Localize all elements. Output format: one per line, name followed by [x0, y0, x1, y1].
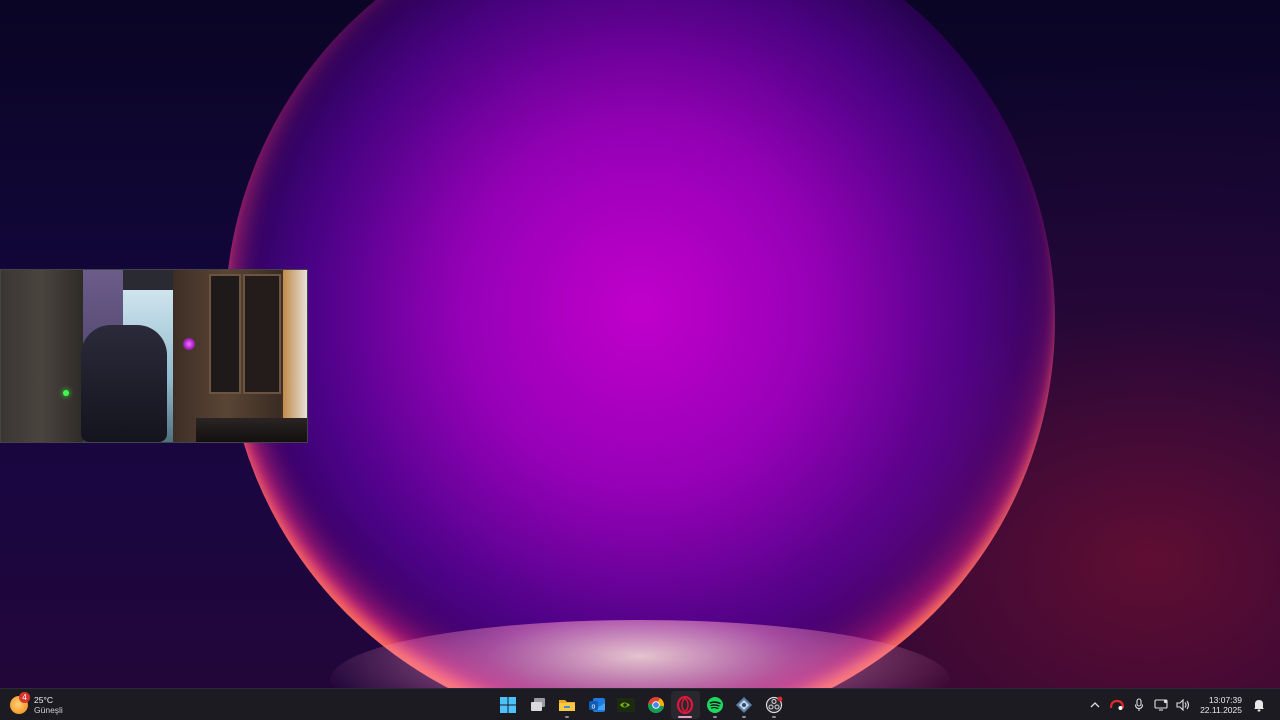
- notification-bell-icon: [1254, 699, 1264, 711]
- weather-condition: Güneşli: [34, 705, 63, 715]
- microphone-button[interactable]: [1128, 694, 1150, 716]
- sun-icon: 4: [10, 692, 30, 714]
- windows-logo-icon: [500, 697, 517, 713]
- camera-cabinet-glass: [209, 274, 241, 394]
- weather-badge: 4: [19, 692, 30, 703]
- volume-button[interactable]: [1172, 694, 1194, 716]
- taskbar-app-nvidia[interactable]: [612, 691, 641, 719]
- outlook-icon: o: [588, 698, 605, 712]
- taskbar-app-network-tool[interactable]: [730, 691, 759, 719]
- weather-widget[interactable]: 4 25°C Güneşli: [10, 692, 63, 718]
- start-button[interactable]: [494, 691, 523, 719]
- camera-green-led: [63, 390, 69, 396]
- folder-icon: [559, 700, 576, 711]
- obs-icon: [765, 696, 783, 714]
- chrome-icon: [647, 697, 664, 714]
- camera-cabinet-edge: [283, 270, 307, 442]
- nvidia-icon: [617, 698, 636, 712]
- network-icon: [736, 697, 753, 713]
- display-button[interactable]: [1150, 694, 1172, 716]
- task-view-icon: [530, 698, 545, 711]
- taskbar-app-chrome[interactable]: [642, 691, 671, 719]
- show-hidden-icons-button[interactable]: [1084, 694, 1106, 716]
- taskbar-app-obs[interactable]: [760, 691, 789, 719]
- display-icon: [1154, 699, 1168, 711]
- camera-desk: [196, 418, 307, 442]
- camera-purple-light: [183, 338, 195, 350]
- running-indicator: [678, 716, 693, 718]
- tray-app-red[interactable]: [1106, 694, 1128, 716]
- spotify-icon: [706, 697, 723, 713]
- taskbar: 4 25°C Güneşli o 13:07:39 22.11.2025: [0, 688, 1280, 720]
- chevron-up-icon: [1090, 702, 1100, 708]
- wallpaper-orb: [225, 0, 1055, 688]
- taskbar-app-outlook[interactable]: o: [583, 691, 612, 719]
- red-app-tray-icon: [1110, 699, 1125, 710]
- desktop: [0, 0, 1280, 688]
- taskbar-app-spotify[interactable]: [701, 691, 730, 719]
- clock-date: 22.11.2025: [1200, 705, 1242, 715]
- taskbar-apps: o: [494, 691, 788, 719]
- speaker-icon: [1176, 699, 1190, 711]
- notifications-button[interactable]: [1248, 694, 1270, 716]
- running-indicator: [771, 716, 776, 718]
- weather-text: 25°C Güneşli: [34, 695, 63, 715]
- opera-gx-icon: [677, 696, 694, 714]
- weather-temperature: 25°C: [34, 695, 53, 705]
- svg-text:o: o: [591, 703, 595, 710]
- microphone-icon: [1135, 698, 1144, 711]
- clock[interactable]: 13:07:39 22.11.2025: [1200, 695, 1242, 715]
- running-indicator: [565, 716, 570, 718]
- taskbar-app-opera-gx[interactable]: [671, 691, 700, 719]
- taskbar-app-task-view[interactable]: [524, 691, 553, 719]
- running-indicator: [742, 716, 747, 718]
- camera-chair: [81, 325, 167, 442]
- system-tray: 13:07:39 22.11.2025: [1084, 691, 1270, 719]
- running-indicator: [712, 716, 717, 718]
- camera-cabinet-glass: [243, 274, 281, 394]
- taskbar-app-file-explorer[interactable]: [553, 691, 582, 719]
- clock-time: 13:07:39: [1208, 695, 1242, 705]
- camera-curtain: [1, 270, 83, 442]
- camera-preview-window[interactable]: [0, 269, 308, 443]
